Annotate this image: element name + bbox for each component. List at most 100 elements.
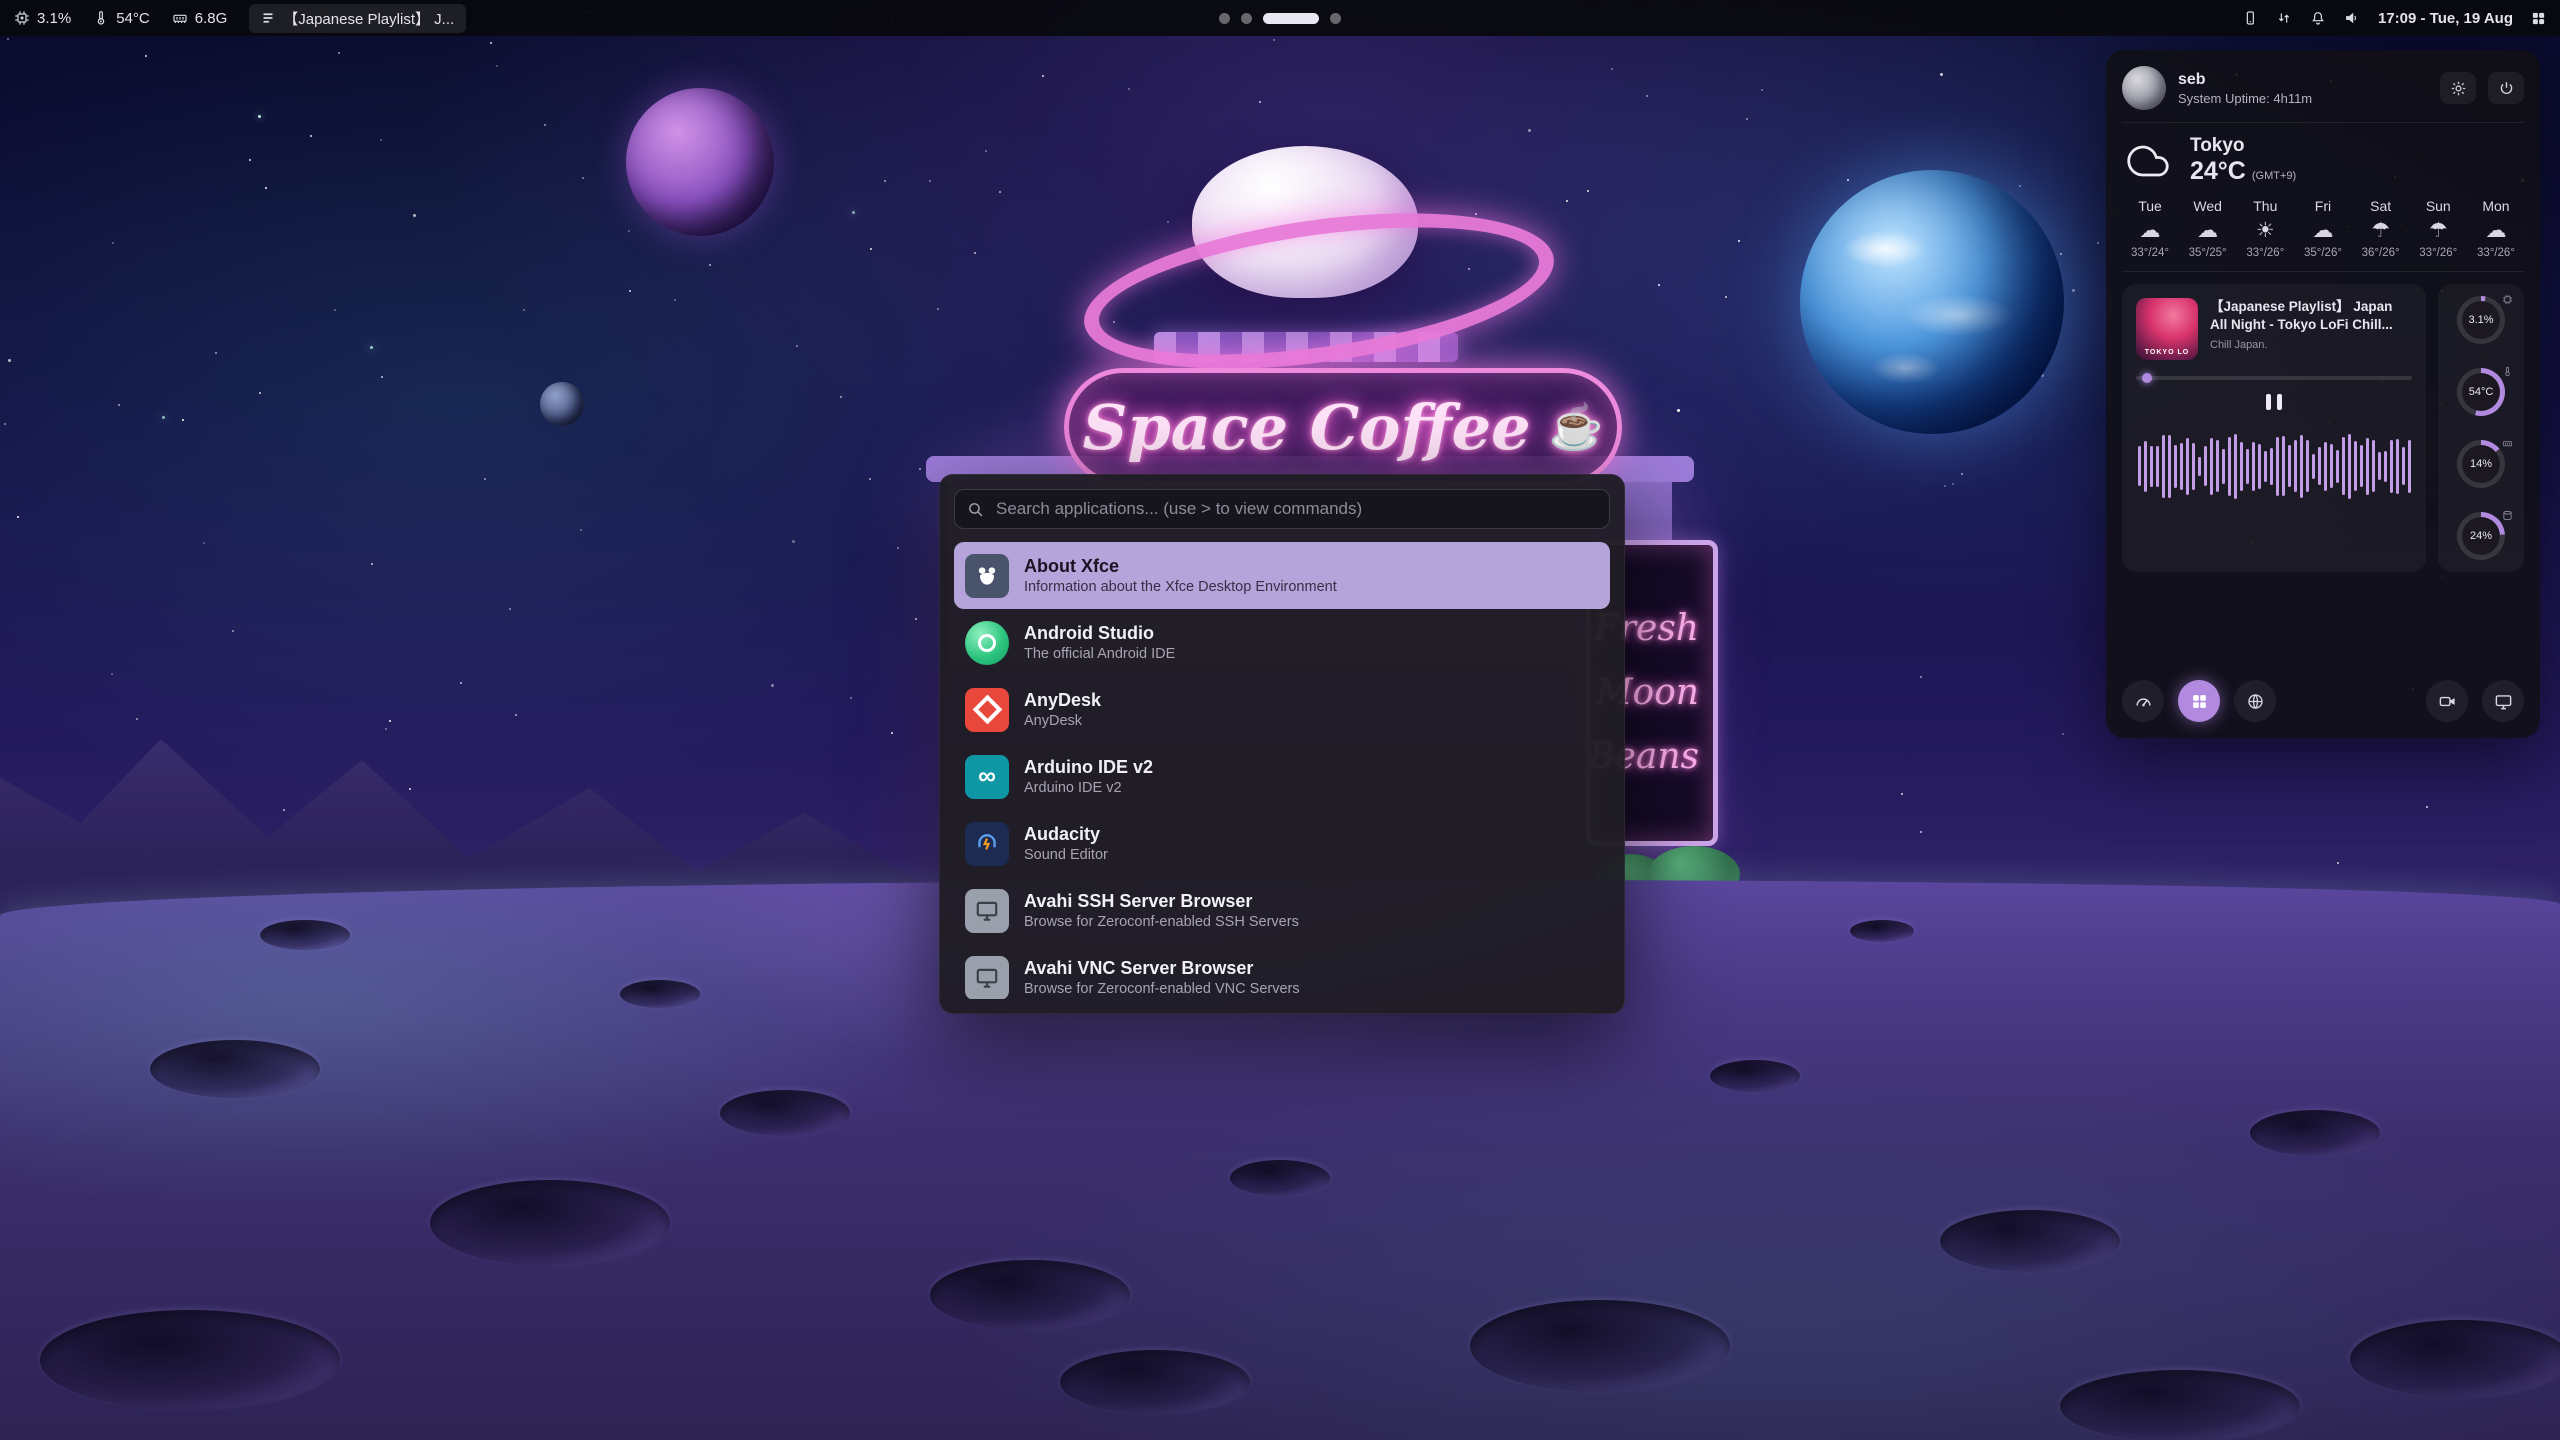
anydesk-icon [965,688,1009,732]
launcher-item-about-xfce[interactable]: About XfceInformation about the Xfce Des… [954,542,1610,609]
uptime-label: System Uptime: 4h11m [2178,91,2312,106]
pause-button[interactable] [2262,390,2286,414]
star [1761,89,1763,91]
wave-bar [2210,438,2213,495]
thermometer-icon [93,10,109,26]
crater [720,1090,850,1136]
forecast-row: Tue☁33°/24° Wed☁35°/25° Thu☀33°/26° Fri☁… [2122,198,2524,259]
wave-bar [2192,443,2195,490]
clock[interactable]: 17:09 - Tue, 19 Aug [2378,10,2513,27]
power-button[interactable] [2488,72,2524,104]
audacity-icon [965,822,1009,866]
star [162,416,165,419]
wave-bar [2264,451,2267,482]
star [523,309,525,311]
search-input[interactable] [994,498,1597,520]
launcher-item-anydesk[interactable]: AnyDeskAnyDesk [954,676,1610,743]
app-list: About XfceInformation about the Xfce Des… [954,542,1610,999]
star [850,697,852,699]
globe-icon [2246,692,2265,711]
star [929,180,931,182]
wave-bar [2402,447,2405,485]
grid-icon [2531,11,2546,26]
divider [2122,122,2524,123]
launcher-item-arduino[interactable]: ∞ Arduino IDE v2Arduino IDE v2 [954,743,1610,810]
star [974,252,976,254]
forecast-day: Wed☁35°/25° [2180,198,2236,259]
screen-record-button[interactable] [2426,680,2468,722]
forecast-day: Mon☁33°/26° [2468,198,2524,259]
widgets-button[interactable] [2178,680,2220,722]
star [334,309,336,311]
star [283,809,285,811]
app-title: Android Studio [1024,623,1175,645]
cpu-indicator[interactable]: 3.1% [14,10,71,27]
temperature-gauge: 54°C [2449,368,2513,416]
workspace-dot[interactable] [1219,13,1230,24]
memory-gauge: 14% [2449,440,2513,488]
wave-bar [2282,436,2285,496]
desktop: Space Coffee ☕ Fresh Moon Beans 3.1% 54°… [0,0,2560,1440]
progress-handle[interactable] [2142,373,2152,383]
notifications-button[interactable] [2310,10,2326,26]
workspace-dot[interactable] [1241,13,1252,24]
cloud-icon [2122,140,2174,182]
network-button[interactable] [2276,10,2292,26]
launcher-item-avahi-ssh[interactable]: Avahi SSH Server BrowserBrowse for Zeroc… [954,877,1610,944]
divider [2122,271,2524,272]
workspace-dot[interactable] [1263,13,1319,24]
star [249,159,251,161]
dashboard-button[interactable] [2122,680,2164,722]
speedometer-icon [2134,692,2153,711]
star [1901,793,1903,795]
avatar[interactable] [2122,66,2166,110]
weather-widget: Tokyo 24°C(GMT+9) Tue☁33°/24° Wed☁35°/25… [2122,135,2524,259]
weather-icon: ☂ [2371,220,2390,241]
top-bar-left: 3.1% 54°C 6.8G 【Japanese Playlist】 J... [0,4,466,33]
globe-button[interactable] [2234,680,2276,722]
launcher-item-avahi-vnc[interactable]: Avahi VNC Server BrowserBrowse for Zeroc… [954,944,1610,999]
cpu-icon [2502,292,2513,310]
wave-bar [2276,437,2279,496]
top-bar: 3.1% 54°C 6.8G 【Japanese Playlist】 J... [0,0,2560,36]
forecast-day: Tue☁33°/24° [2122,198,2178,259]
weather-temperature: 24°C [2190,157,2246,186]
app-title: About Xfce [1024,556,1337,578]
memory-indicator[interactable]: 6.8G [172,10,228,27]
launcher-item-android-studio[interactable]: Android StudioThe official Android IDE [954,609,1610,676]
launcher-item-audacity[interactable]: AudacitySound Editor [954,810,1610,877]
forecast-day: Sat☂36°/26° [2353,198,2409,259]
app-subtitle: Arduino IDE v2 [1024,780,1153,796]
search-box[interactable] [954,489,1610,529]
wave-bar [2384,451,2387,482]
phone-connect-button[interactable] [2242,10,2258,26]
temperature-indicator[interactable]: 54°C [93,10,150,27]
username: seb [2178,71,2312,89]
star [2072,289,2075,292]
album-art[interactable]: TOKYO LO [2136,298,2198,360]
weather-icon: ☁ [2140,220,2161,241]
crater [930,1260,1130,1330]
star [7,38,9,40]
wave-bar [2180,443,2183,490]
now-playing-chip[interactable]: 【Japanese Playlist】 J... [249,4,466,33]
star [182,419,184,421]
app-subtitle: Sound Editor [1024,847,1108,863]
volume-button[interactable] [2344,10,2360,26]
display-button[interactable] [2482,680,2524,722]
app-grid-button[interactable] [2531,11,2546,26]
wave-bar [2354,441,2357,491]
settings-button[interactable] [2440,72,2476,104]
progress-bar[interactable] [2136,376,2412,380]
disk-icon [2502,508,2513,526]
wave-bar [2228,437,2231,496]
wave-bar [2138,446,2141,486]
workspace-dot[interactable] [1330,13,1341,24]
forecast-day: Sun☂33°/26° [2410,198,2466,259]
purple-planet [626,88,774,236]
wave-bar [2144,441,2147,492]
star [310,135,312,137]
weather-city: Tokyo [2190,135,2296,157]
star [985,150,987,152]
wave-bar [2312,454,2315,479]
